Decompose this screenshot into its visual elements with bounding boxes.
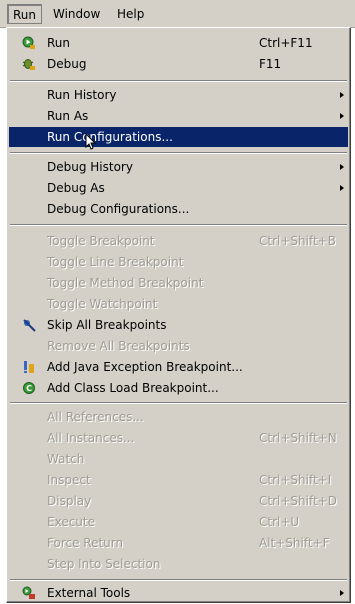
- menu-item-label: Execute: [47, 515, 95, 529]
- menu-separator: [10, 224, 347, 226]
- menu-item-label: Toggle Method Breakpoint: [47, 276, 204, 290]
- submenu-arrow-icon: [340, 164, 344, 170]
- menu-item-label: Remove All Breakpoints: [47, 339, 190, 353]
- menu-item-all-instances: All Instances... Ctrl+Shift+N: [9, 428, 348, 448]
- menu-item-accelerator: Ctrl+Shift+B: [259, 234, 336, 248]
- menu-item-label: Step Into Selection: [47, 557, 161, 571]
- menu-item-remove-all-breakpoints: Remove All Breakpoints: [9, 336, 348, 356]
- menu-item-toggle-method-breakpoint: Toggle Method Breakpoint: [9, 273, 348, 293]
- run-icon: [22, 36, 35, 49]
- menu-item-label: Run: [47, 36, 71, 50]
- menu-item-execute: Execute Ctrl+U: [9, 512, 348, 532]
- menu-item-external-tools[interactable]: External Tools: [9, 583, 348, 603]
- menu-item-label: Run Configurations...: [47, 130, 173, 144]
- menu-item-label: Skip All Breakpoints: [47, 318, 167, 332]
- menu-item-label: Debug History: [47, 160, 133, 174]
- mouse-pointer-icon: [85, 133, 97, 150]
- menu-item-label: Run As: [47, 109, 89, 123]
- menu-separator: [10, 80, 347, 82]
- menu-item-debug-as[interactable]: Debug As: [9, 178, 348, 198]
- menu-item-run-history[interactable]: Run History: [9, 85, 348, 105]
- skip-breakpoints-icon: [23, 319, 36, 332]
- svg-text:C: C: [26, 384, 32, 393]
- menu-separator: [10, 152, 347, 154]
- menu-item-label: All Instances...: [47, 431, 135, 445]
- menu-item-add-class-load-breakpoint[interactable]: C Add Class Load Breakpoint...: [9, 378, 348, 398]
- menu-item-label: Run History: [47, 88, 117, 102]
- menu-item-toggle-watchpoint: Toggle Watchpoint: [9, 294, 348, 314]
- menu-item-force-return: Force Return Alt+Shift+F: [9, 533, 348, 553]
- submenu-arrow-icon: [340, 590, 344, 596]
- menu-item-label: Add Java Exception Breakpoint...: [47, 360, 243, 374]
- menu-item-watch: Watch: [9, 449, 348, 469]
- menu-item-label: Toggle Breakpoint: [47, 234, 155, 248]
- menu-item-run-configurations[interactable]: Run Configurations...: [9, 127, 348, 147]
- menu-item-debug-history[interactable]: Debug History: [9, 157, 348, 177]
- submenu-arrow-icon: [340, 113, 344, 119]
- submenu-arrow-icon: [340, 92, 344, 98]
- class-load-breakpoint-icon: C: [23, 382, 35, 394]
- menu-help[interactable]: Help: [112, 4, 149, 24]
- menu-item-skip-all-breakpoints[interactable]: Skip All Breakpoints: [9, 315, 348, 335]
- menu-item-debug-configurations[interactable]: Debug Configurations...: [9, 199, 348, 219]
- menu-item-accelerator: Ctrl+F11: [259, 36, 313, 50]
- menu-item-accelerator: Ctrl+Shift+I: [259, 473, 332, 487]
- menu-item-toggle-breakpoint: Toggle Breakpoint Ctrl+Shift+B: [9, 231, 348, 251]
- menu-item-inspect: Inspect Ctrl+Shift+I: [9, 470, 348, 490]
- external-tools-icon: [22, 586, 35, 599]
- exception-breakpoint-icon: [24, 361, 34, 373]
- menu-item-label: Inspect: [47, 473, 91, 487]
- menu-item-label: Debug As: [47, 181, 105, 195]
- menu-item-step-into-selection: Step Into Selection: [9, 554, 348, 574]
- menu-item-accelerator: Alt+Shift+F: [259, 536, 330, 550]
- menu-item-toggle-line-breakpoint: Toggle Line Breakpoint: [9, 252, 348, 272]
- menu-item-label: External Tools: [47, 586, 131, 600]
- menu-item-all-references: All References...: [9, 407, 348, 427]
- menu-item-label: Watch: [47, 452, 85, 466]
- menu-separator: [10, 579, 347, 581]
- menu-separator: [10, 402, 347, 404]
- menu-item-accelerator: Ctrl+Shift+N: [259, 431, 337, 445]
- menu-window[interactable]: Window: [48, 4, 105, 24]
- menu-run[interactable]: Run: [7, 4, 43, 24]
- menu-bar: Run Window Help: [0, 0, 355, 28]
- debug-icon: [22, 59, 35, 70]
- menu-item-accelerator: F11: [259, 57, 282, 71]
- menu-item-label: Force Return: [47, 536, 124, 550]
- menu-item-label: Toggle Line Breakpoint: [47, 255, 184, 269]
- menu-item-label: Debug Configurations...: [47, 202, 190, 216]
- menu-item-accelerator: Ctrl+U: [259, 515, 300, 529]
- menu-item-accelerator: Ctrl+Shift+D: [259, 494, 337, 508]
- menu-item-label: Toggle Watchpoint: [47, 297, 158, 311]
- menu-item-add-java-exception-breakpoint[interactable]: Add Java Exception Breakpoint...: [9, 357, 348, 377]
- menu-item-label: All References...: [47, 410, 144, 424]
- menu-item-run[interactable]: Run Ctrl+F11: [9, 33, 348, 53]
- submenu-arrow-icon: [340, 185, 344, 191]
- menu-item-display: Display Ctrl+Shift+D: [9, 491, 348, 511]
- run-menu-dropdown: Run Ctrl+F11 Debug F11 Run History Run A…: [6, 27, 351, 603]
- menu-item-run-as[interactable]: Run As: [9, 106, 348, 126]
- menu-item-label: Debug: [47, 57, 87, 71]
- menu-item-label: Add Class Load Breakpoint...: [47, 381, 219, 395]
- menu-item-debug[interactable]: Debug F11: [9, 54, 348, 74]
- menu-item-label: Display: [47, 494, 92, 508]
